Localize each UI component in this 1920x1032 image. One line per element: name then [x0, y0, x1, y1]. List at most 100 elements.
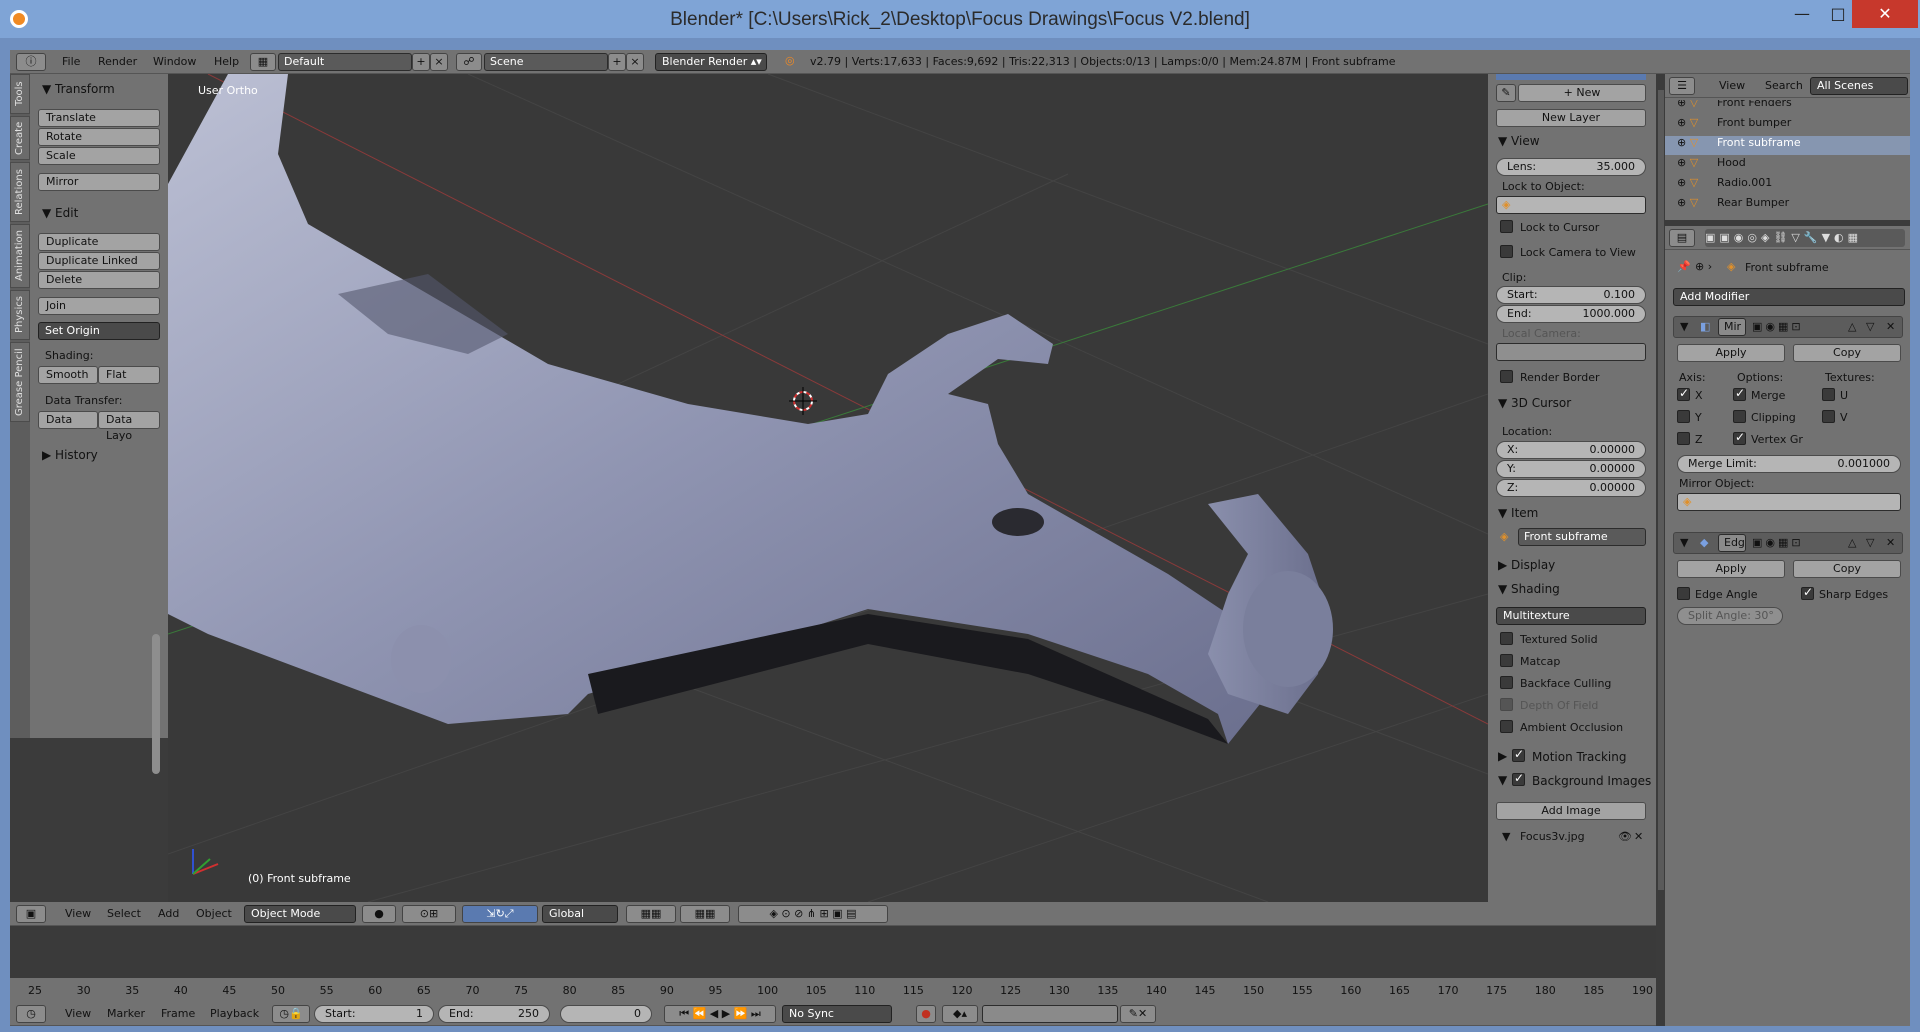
pin-icon[interactable]: 📌 — [1677, 260, 1691, 273]
edge-split-move-up-icon[interactable]: △ — [1848, 536, 1856, 549]
background-images-checkbox[interactable] — [1512, 771, 1525, 786]
mirror-copy-button[interactable]: Copy — [1793, 344, 1901, 362]
lock-camera-checkbox[interactable] — [1500, 245, 1513, 258]
timeline-menu-view[interactable]: View — [65, 1007, 91, 1020]
matcap-checkbox[interactable] — [1500, 654, 1513, 667]
3d-cursor-panel-header[interactable]: ▼ 3D Cursor — [1498, 396, 1571, 410]
clip-end-field[interactable]: End: 1000.000 — [1496, 305, 1646, 323]
orientation-dropdown[interactable]: Global — [542, 905, 618, 923]
layout-add-icon[interactable]: + — [412, 53, 430, 71]
motion-tracking-checkbox[interactable] — [1512, 747, 1525, 762]
tab-tools[interactable]: Tools — [10, 74, 30, 114]
menu-window[interactable]: Window — [153, 55, 196, 68]
add-modifier-dropdown[interactable]: Add Modifier — [1673, 288, 1905, 306]
transform-panel-header[interactable]: ▼ Transform — [42, 82, 115, 96]
lock-object-field[interactable]: ◈ — [1496, 196, 1646, 214]
mirror-name-field[interactable]: Mir — [1718, 318, 1746, 336]
add-image-button[interactable]: Add Image — [1496, 802, 1646, 820]
item-name-field[interactable]: Front subframe — [1518, 528, 1646, 546]
mirror-object-field[interactable]: ◈ — [1677, 493, 1901, 511]
depth-of-field-checkbox[interactable] — [1500, 698, 1513, 711]
display-panel-header[interactable]: ▶ Display — [1498, 558, 1555, 572]
rotate-button[interactable]: Rotate — [38, 128, 160, 146]
layers-grid-1[interactable]: ▦▦ — [626, 905, 676, 923]
lens-field[interactable]: Lens: 35.000 — [1496, 158, 1646, 176]
vertex-groups-checkbox[interactable] — [1733, 430, 1746, 445]
duplicate-linked-button[interactable]: Duplicate Linked — [38, 252, 160, 270]
scene-icon[interactable]: ☍ — [456, 53, 482, 71]
edge-split-remove-icon[interactable]: ✕ — [1886, 536, 1895, 549]
axis-y-checkbox[interactable] — [1677, 410, 1690, 423]
close-button[interactable]: ✕ — [1852, 0, 1918, 28]
data-layout-button[interactable]: Data Layo — [98, 411, 160, 442]
object-mode-dropdown[interactable]: Object Mode — [244, 905, 356, 923]
manipulator-icons[interactable]: ⇲↻⤢ — [462, 905, 538, 923]
flat-button[interactable]: Flat — [98, 366, 160, 384]
scene-field[interactable]: Scene — [484, 53, 608, 71]
local-camera-field[interactable] — [1496, 343, 1646, 361]
npanel-scrollbar[interactable] — [1658, 90, 1664, 890]
record-icon[interactable]: ● — [916, 1005, 936, 1023]
keyframe-insert-icons[interactable]: ✎✕ — [1120, 1005, 1156, 1023]
edit-panel-header[interactable]: ▼ Edit — [42, 206, 78, 220]
smooth-button[interactable]: Smooth — [38, 366, 98, 384]
data-button[interactable]: Data — [38, 411, 98, 429]
outliner-item[interactable]: ⊕ ▽ Radio.001 — [1665, 176, 1910, 195]
mirror-move-up-icon[interactable]: △ — [1848, 320, 1856, 333]
edge-split-name-field[interactable]: Edg — [1718, 534, 1746, 552]
outliner-filter-dropdown[interactable]: All Scenes — [1810, 77, 1908, 95]
mirror-display-toggles[interactable]: ▣◉▦⊡ — [1752, 320, 1804, 333]
clipping-checkbox[interactable] — [1733, 410, 1746, 423]
view3d-menu-object[interactable]: Object — [196, 907, 232, 920]
menu-render[interactable]: Render — [98, 55, 137, 68]
tab-animation[interactable]: Animation — [10, 224, 30, 288]
outliner-item[interactable]: ⊕ ▽ Hood — [1665, 156, 1910, 175]
timeline-menu-playback[interactable]: Playback — [210, 1007, 259, 1020]
timeline-menu-marker[interactable]: Marker — [107, 1007, 145, 1020]
edge-angle-checkbox[interactable] — [1677, 587, 1690, 600]
edge-split-display-toggles[interactable]: ▣◉▦⊡ — [1752, 536, 1804, 549]
layout-field[interactable]: Default — [278, 53, 412, 71]
history-panel-header[interactable]: ▶ History — [42, 448, 98, 462]
start-frame-field[interactable]: Start: 1 — [314, 1005, 434, 1023]
render-engine-dropdown[interactable]: Blender Render ▴▾ — [655, 53, 767, 71]
scene-remove-icon[interactable]: × — [626, 53, 644, 71]
tab-create[interactable]: Create — [10, 116, 30, 160]
viewport-scene[interactable] — [168, 74, 1488, 902]
merge-checkbox[interactable] — [1733, 386, 1746, 401]
playback-controls[interactable]: ⏮ ⏪ ◀ ▶ ⏩ ⏭ — [664, 1005, 776, 1023]
edge-split-apply-button[interactable]: Apply — [1677, 560, 1785, 578]
shading-mode-dropdown[interactable]: Multitexture — [1496, 607, 1646, 625]
split-angle-field[interactable]: Split Angle: 30° — [1677, 607, 1783, 625]
outliner-item[interactable]: ⊕ ▽ Front bumper — [1665, 116, 1910, 135]
motion-tracking-header[interactable]: ▶ — [1498, 749, 1507, 763]
outliner-editor-type-icon[interactable]: ☰ — [1669, 77, 1695, 95]
end-frame-field[interactable]: End: 250 — [438, 1005, 550, 1023]
mirror-button[interactable]: Mirror — [38, 173, 160, 191]
keying-set-field[interactable] — [982, 1005, 1118, 1023]
sharp-edges-checkbox[interactable] — [1801, 585, 1814, 600]
background-images-header[interactable]: ▼ — [1498, 773, 1507, 787]
translate-button[interactable]: Translate — [38, 109, 160, 127]
set-origin-dropdown[interactable]: Set Origin — [38, 322, 160, 340]
render-border-checkbox[interactable] — [1500, 370, 1513, 383]
layout-remove-icon[interactable]: × — [430, 53, 448, 71]
3d-viewport[interactable]: User Ortho (0) Front subframe — [168, 74, 1488, 902]
mount-bushing-right[interactable] — [1243, 571, 1333, 687]
ambient-occlusion-checkbox[interactable] — [1500, 720, 1513, 733]
tool-shelf-scrollbar[interactable] — [152, 634, 160, 774]
texture-v-checkbox[interactable] — [1822, 410, 1835, 423]
cursor-y-field[interactable]: Y: 0.00000 — [1496, 460, 1646, 478]
snap-render-icons[interactable]: ◈ ⊙ ⊘ ⋔ ⊞ ▣ ▤ — [738, 905, 888, 923]
mirror-move-down-icon[interactable]: ▽ — [1866, 320, 1874, 333]
grease-new-button[interactable]: + New — [1518, 84, 1646, 102]
menu-help[interactable]: Help — [214, 55, 239, 68]
cursor-x-field[interactable]: X: 0.00000 — [1496, 441, 1646, 459]
timeline-editor-type-icon[interactable]: ◷ — [16, 1005, 46, 1023]
cursor-z-field[interactable]: Z: 0.00000 — [1496, 479, 1646, 497]
layers-grid-2[interactable]: ▦▦ — [680, 905, 730, 923]
edge-split-copy-button[interactable]: Copy — [1793, 560, 1901, 578]
join-button[interactable]: Join — [38, 297, 160, 315]
mirror-collapse-icon[interactable]: ▼ — [1680, 320, 1688, 333]
axis-x-checkbox[interactable] — [1677, 386, 1690, 401]
